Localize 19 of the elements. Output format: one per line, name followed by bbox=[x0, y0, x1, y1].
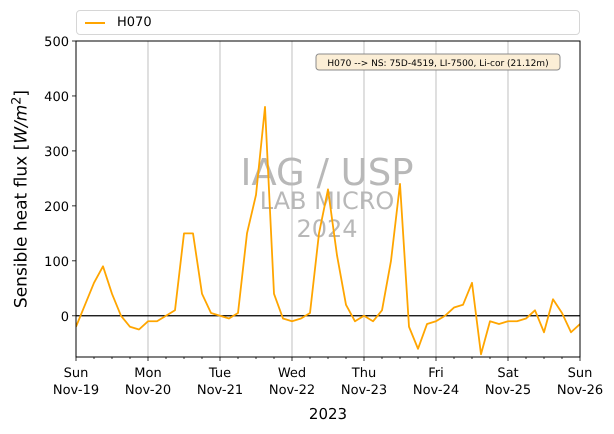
x-tick-label: Tue Nov-21 bbox=[196, 366, 244, 398]
legend-label: H070 bbox=[117, 14, 152, 32]
x-tick-label: Sun Nov-26 bbox=[556, 366, 604, 398]
x-tick-label: Sat Nov-25 bbox=[484, 366, 532, 398]
annotation-label: H070 --> NS: 75D-4519, LI-7500, Li-cor (21.12m) bbox=[316, 54, 560, 70]
x-axis-title: 2023 bbox=[308, 405, 348, 423]
y-tick-label: 400 bbox=[44, 90, 69, 105]
x-tick-label: Sun Nov-19 bbox=[52, 366, 100, 398]
y-tick-label: 200 bbox=[44, 200, 69, 215]
x-tick-label: Thu Nov-23 bbox=[340, 366, 388, 398]
legend-line-icon bbox=[85, 22, 105, 24]
x-tick-label: Fri Nov-24 bbox=[412, 366, 460, 398]
y-tick-label: 300 bbox=[44, 144, 69, 160]
x-tick-label: Wed Nov-22 bbox=[268, 366, 316, 398]
annotation: H070 --> NS: 75D-4519, LI-7500, Li-cor (21.12m) bbox=[327, 59, 549, 69]
y-tick-label: 500 bbox=[44, 35, 69, 50]
x-tick-label: Mon Nov-20 bbox=[124, 366, 172, 398]
y-tick-label: 100 bbox=[44, 254, 69, 270]
y-tick-label: 0 bbox=[60, 310, 69, 325]
